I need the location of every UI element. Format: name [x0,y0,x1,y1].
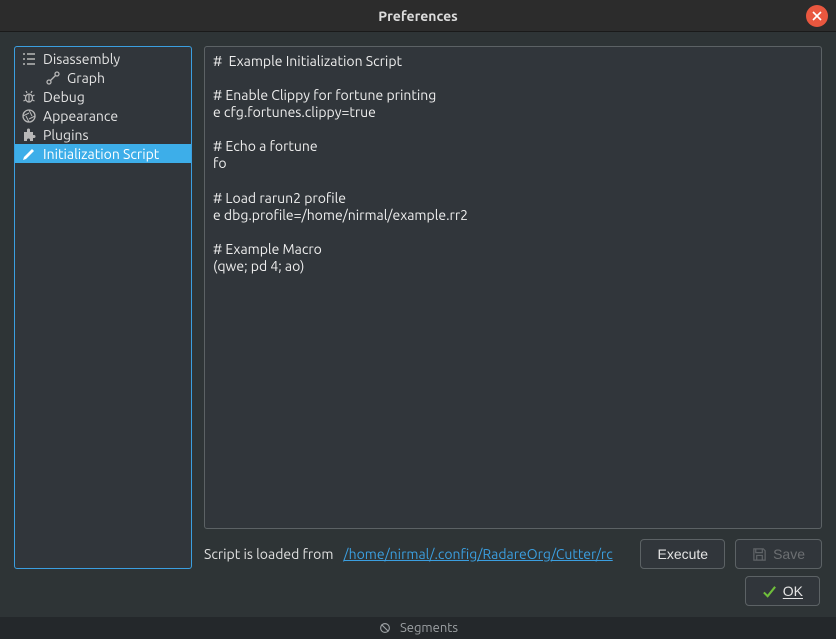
save-icon [752,547,767,562]
preferences-sidebar: Disassembly Graph Debug Appearance Plugi… [14,46,192,569]
window-title: Preferences [378,8,458,24]
script-path-link[interactable]: /home/nirmal/.config/RadareOrg/Cutter/rc [343,546,612,562]
titlebar: Preferences [0,0,836,32]
save-button-label: Save [773,546,805,562]
close-icon [812,11,822,21]
ok-button[interactable]: OK [745,576,820,606]
content-area: Disassembly Graph Debug Appearance Plugi… [0,32,836,573]
sidebar-item-initialization-script[interactable]: Initialization Script [15,144,191,163]
sidebar-item-label: Debug [43,89,85,105]
execute-button-label: Execute [657,546,708,562]
main-panel: # Example Initialization Script # Enable… [204,46,822,569]
dialog-footer: OK [0,573,836,617]
check-icon [762,584,777,599]
close-button[interactable] [806,5,828,27]
save-button[interactable]: Save [735,539,822,569]
script-info-row: Script is loaded from /home/nirmal/.conf… [204,539,822,569]
sidebar-item-label: Plugins [43,127,89,143]
script-loaded-label: Script is loaded from [204,546,333,562]
ok-button-label: OK [783,583,803,599]
pencil-icon [21,146,37,162]
sidebar-item-debug[interactable]: Debug [15,87,191,106]
sidebar-item-label: Appearance [43,108,118,124]
bug-icon [21,89,37,105]
sidebar-item-label: Disassembly [43,51,120,67]
script-editor[interactable]: # Example Initialization Script # Enable… [204,46,822,529]
statusbar-icon [378,621,392,635]
sidebar-item-appearance[interactable]: Appearance [15,106,191,125]
execute-button[interactable]: Execute [640,539,725,569]
puzzle-icon [21,127,37,143]
list-icon [21,51,37,67]
sidebar-item-graph[interactable]: Graph [15,68,191,87]
sidebar-item-plugins[interactable]: Plugins [15,125,191,144]
sidebar-item-disassembly[interactable]: Disassembly [15,49,191,68]
graph-icon [45,70,61,86]
statusbar-text: Segments [400,621,458,635]
statusbar: Segments [0,617,836,639]
sidebar-item-label: Graph [67,70,105,86]
sidebar-item-label: Initialization Script [43,146,159,162]
aperture-icon [21,108,37,124]
